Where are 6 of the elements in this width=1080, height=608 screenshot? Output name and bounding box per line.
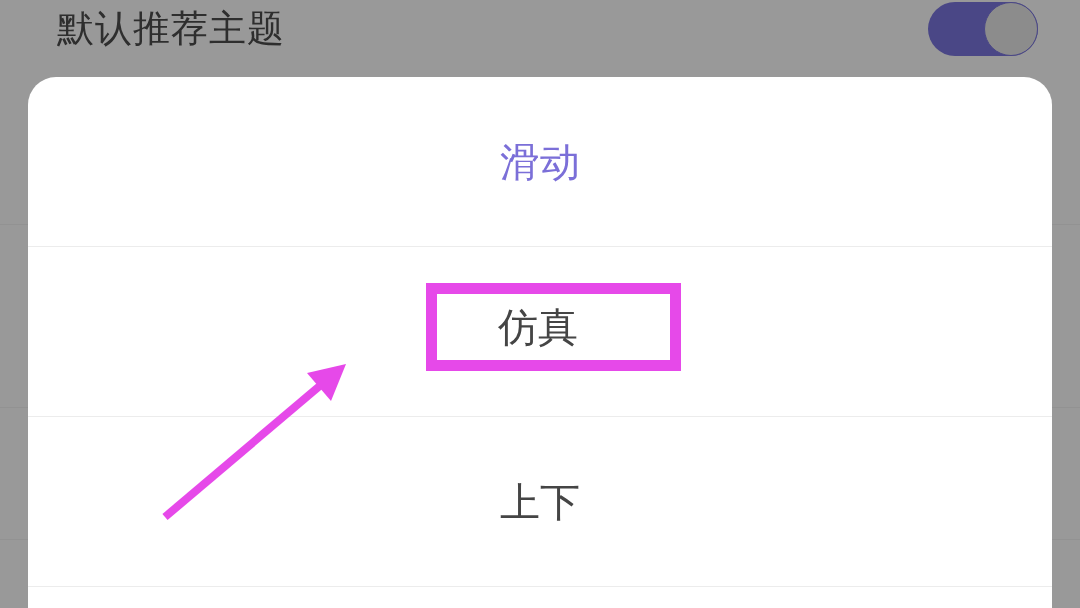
option-item[interactable]: 滑动: [28, 77, 1052, 247]
setting-label: 默认推荐主题: [57, 6, 285, 52]
option-item[interactable]: 仿真: [28, 247, 1052, 417]
option-label: 仿真: [497, 303, 578, 351]
option-item[interactable]: 上下: [28, 417, 1052, 587]
toggle-switch[interactable]: [928, 2, 1038, 56]
